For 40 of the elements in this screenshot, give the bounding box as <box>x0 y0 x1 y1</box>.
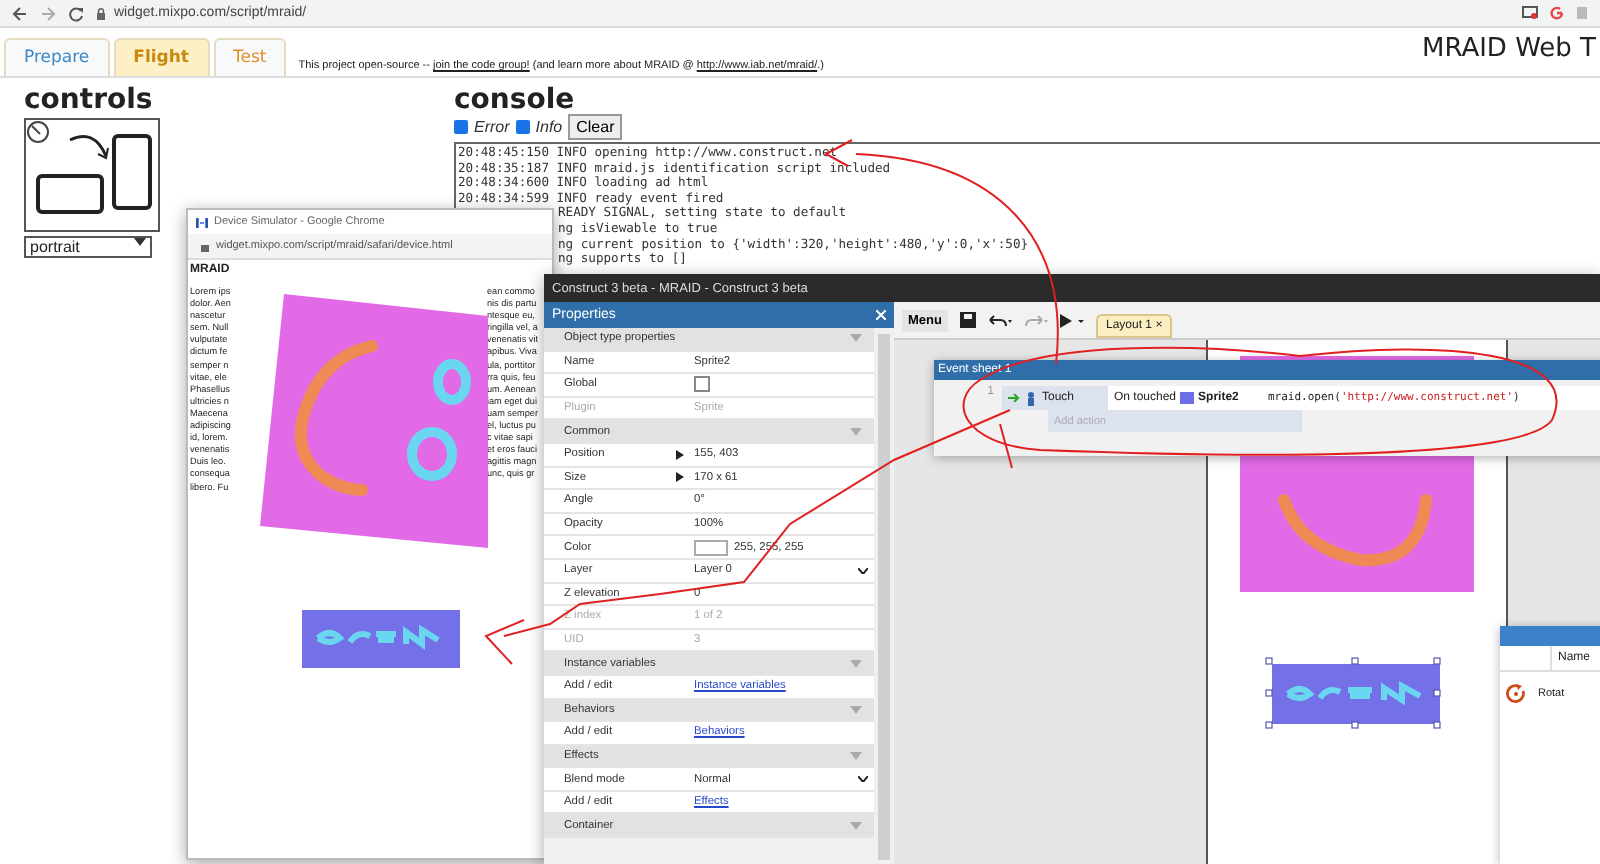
save-icon[interactable] <box>959 312 976 328</box>
collapse-icon <box>850 705 862 714</box>
color-swatch[interactable] <box>694 539 728 556</box>
expand-icon <box>676 449 684 460</box>
rotate-icon <box>1506 684 1526 704</box>
filter-checkbox[interactable] <box>515 120 530 134</box>
filter-label: Error <box>474 118 510 136</box>
annotation-stroke <box>999 423 1013 469</box>
nav-tab[interactable]: Prepare <box>4 38 110 76</box>
reload-icon[interactable] <box>68 5 84 21</box>
page-title: MRAID Web T <box>1421 34 1596 64</box>
collapse-icon <box>850 334 862 343</box>
filter-label: Info <box>535 118 563 136</box>
console-heading: console <box>454 86 577 114</box>
scrollbar[interactable] <box>878 334 890 860</box>
close-icon <box>876 310 886 320</box>
sprite-icon <box>1180 392 1195 404</box>
orientation-dropdown[interactable]: portrait <box>24 236 152 258</box>
collapse-icon <box>850 751 862 760</box>
open-button-sprite[interactable] <box>302 610 460 668</box>
expand-icon <box>676 472 684 483</box>
play-icon[interactable] <box>1059 313 1084 327</box>
arrow-icon <box>1008 394 1020 402</box>
redo-icon[interactable] <box>1023 313 1048 327</box>
undo-icon[interactable] <box>987 313 1012 327</box>
caret-icon <box>134 238 146 246</box>
collapse-icon <box>850 821 862 830</box>
back-icon[interactable] <box>12 5 28 21</box>
rotate-device-drawing[interactable] <box>24 118 160 232</box>
clear-button[interactable]: Clear <box>568 114 623 140</box>
controls-heading: controls <box>24 86 155 114</box>
forward-icon[interactable] <box>40 5 56 21</box>
collapse-icon <box>850 659 862 668</box>
touch-icon <box>1026 391 1036 405</box>
property-checkbox[interactable] <box>694 376 710 393</box>
caret-icon <box>858 567 868 574</box>
caret-icon <box>858 776 868 783</box>
collapse-icon <box>850 427 862 436</box>
app-icon <box>196 217 208 227</box>
filter-checkbox[interactable] <box>454 120 468 134</box>
